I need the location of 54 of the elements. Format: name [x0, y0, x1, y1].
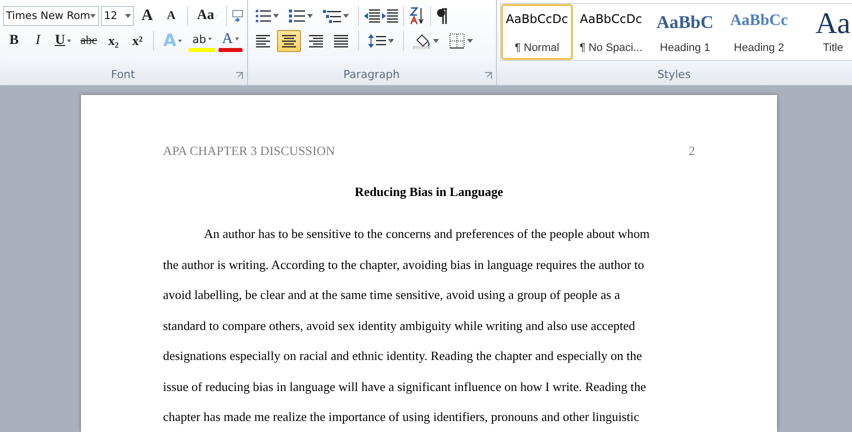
style-preview: AaBbC: [656, 12, 714, 33]
strikethrough-button[interactable]: abc: [77, 30, 100, 52]
group-label: Font: [111, 68, 135, 81]
text-line: designations especially on racial and ethnic identity. Reading the chapter and especially on the: [163, 348, 644, 365]
dialog-launcher-icon[interactable]: [485, 72, 492, 79]
style-preview: AaBbCc: [730, 12, 788, 30]
font-color-button[interactable]: A: [218, 30, 244, 52]
style-tile[interactable]: AaBbCcDc ¶ Normal: [501, 4, 573, 60]
subscript-button[interactable]: x₂: [102, 30, 124, 52]
font-name-field[interactable]: Times New Rom: [3, 6, 99, 26]
numbered-list-icon: [289, 8, 305, 22]
dialog-launcher-icon[interactable]: [236, 72, 243, 79]
alignment-button[interactable]: [277, 30, 301, 52]
underline-button[interactable]: U: [51, 30, 76, 52]
style-name: ¶ No Spaci...: [580, 42, 642, 54]
text-line: chapter has made me realize the importance of using identifiers, pronouns and other linguistic: [163, 409, 640, 426]
text-line: avoid labelling, be clear and at the same time sensitive, avoid using a group of people as a: [163, 287, 621, 304]
text-line: issue of reducing bias in language will have a significant influence on how I write. Reading the: [163, 378, 648, 396]
increase-indent-icon[interactable]: [382, 8, 398, 22]
paint-bucket-icon: [413, 32, 431, 48]
group-label: Paragraph: [343, 68, 400, 81]
style-name: Heading 1: [660, 42, 710, 54]
decrease-indent-icon[interactable]: [364, 8, 380, 22]
line-spacing-icon: [368, 32, 386, 48]
style-preview: AaBbCcDc: [506, 12, 568, 26]
style-name: Heading 2: [734, 42, 784, 54]
style-name: Title: [822, 42, 844, 54]
pilcrow-icon[interactable]: [436, 8, 448, 24]
page-number: 2: [688, 144, 695, 158]
shrink-font-button[interactable]: A: [160, 4, 182, 26]
highlight-button[interactable]: ab: [188, 30, 216, 52]
text-line: An author has to be sensitive to the concerns and preferences of the people about whom: [203, 226, 651, 243]
style-name: ¶ Normal: [514, 42, 560, 54]
font-size-field[interactable]: 12: [101, 6, 134, 26]
borders-icon: [449, 32, 465, 48]
style-preview: AaBbCcDc: [580, 12, 642, 26]
multilevel-list-icon: [323, 8, 341, 22]
group-label: Styles: [657, 68, 691, 81]
sort-icon[interactable]: [409, 6, 425, 24]
text-line: standard to compare others, avoid sex identity ambiguity while writing and also use accepted: [163, 318, 636, 335]
grow-font-button[interactable]: A: [136, 4, 158, 26]
align-left-icon: [255, 34, 271, 48]
change-case-button[interactable]: Aa: [192, 4, 222, 26]
text-line: the author is writing. According to the chapter, avoiding bias in language requires the author to: [163, 256, 646, 274]
document-title: Reducing Bias in Language: [354, 184, 504, 201]
superscript-button[interactable]: x²: [126, 30, 148, 52]
align-right-icon: [307, 34, 323, 48]
justify-icon: [333, 34, 349, 48]
running-head: APA CHAPTER 3 DISCUSSION: [163, 144, 335, 158]
bold-button[interactable]: B: [3, 30, 25, 52]
align-center-icon: [281, 34, 297, 48]
bullet-list-icon: [255, 8, 271, 22]
style-preview: Aa: [816, 12, 850, 36]
italic-button[interactable]: I: [27, 30, 49, 52]
